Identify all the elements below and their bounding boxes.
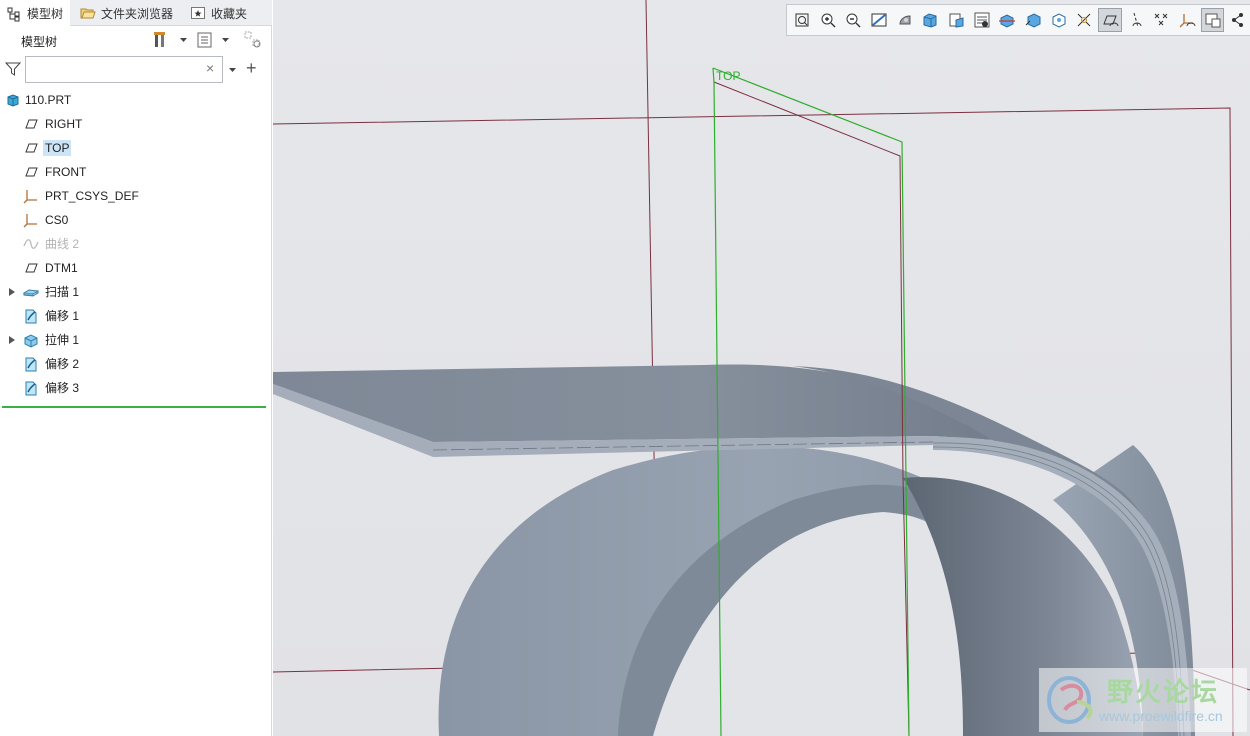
part-icon (5, 92, 21, 108)
model-tree-panel: 模型树 文件夹浏览器 收藏夹 模型树 × + 110.PRT RIGHT TOP… (0, 0, 272, 736)
display-style-icon[interactable] (893, 8, 917, 32)
forum-logo-icon (1047, 676, 1093, 724)
zoom-out-icon[interactable] (841, 8, 865, 32)
chevron-down-icon[interactable] (179, 35, 188, 44)
model-scene[interactable]: TOP (273, 0, 1250, 736)
tree-item[interactable]: 曲线 2 (0, 232, 272, 256)
tree-item-label: CS0 (45, 213, 69, 227)
tree-item-root[interactable]: 110.PRT (0, 88, 272, 112)
tree-item[interactable]: TOP (0, 136, 272, 160)
tree-item[interactable]: PRT_CSYS_DEF (0, 184, 272, 208)
tree-item[interactable]: RIGHT (0, 112, 272, 136)
tree-title: 模型树 (21, 35, 58, 49)
tree-item-label: DTM1 (45, 261, 78, 275)
tree-item-label: 偏移 1 (45, 309, 80, 323)
named-views-icon[interactable] (944, 8, 968, 32)
csys-icon (23, 188, 39, 204)
perspective-icon[interactable] (1021, 8, 1045, 32)
datum-plane-icon (23, 164, 39, 180)
tab-label: 文件夹浏览器 (101, 6, 174, 21)
offset-icon (23, 380, 39, 396)
graphics-viewport[interactable]: TOP 野火论坛 www.proewildfire.cn (273, 0, 1250, 736)
datum-tag[interactable]: TOP (716, 69, 740, 83)
more-tools-icon[interactable] (1226, 8, 1250, 32)
watermark-title: 野火论坛 (1107, 678, 1220, 708)
tab-label: 模型树 (27, 7, 64, 21)
tree-item[interactable]: 偏移 2 (0, 352, 272, 376)
tree-toolbar: 模型树 (0, 27, 272, 54)
point-display-icon[interactable] (1149, 8, 1173, 32)
tag-display-icon[interactable] (1200, 8, 1225, 32)
offset-icon (23, 308, 39, 324)
section-icon[interactable] (995, 8, 1019, 32)
favorites-icon (190, 5, 206, 21)
tab-favorites[interactable]: 收藏夹 (184, 0, 264, 26)
curve-icon (23, 236, 39, 252)
tree-item[interactable]: 拉伸 1 (0, 328, 272, 352)
panel-tabbar: 模型树 文件夹浏览器 收藏夹 (0, 0, 272, 27)
tree-settings-icon[interactable] (150, 30, 172, 50)
tree-item-label: 110.PRT (25, 93, 72, 107)
model-tree-icon (6, 6, 22, 22)
tree-filter-icon[interactable] (242, 30, 264, 50)
tree-item[interactable]: 偏移 1 (0, 304, 272, 328)
show-columns-icon[interactable] (194, 30, 216, 50)
tree-item[interactable]: 偏移 3 (0, 376, 272, 400)
zoom-in-icon[interactable] (816, 8, 840, 32)
saved-orientations-icon[interactable] (918, 8, 942, 32)
tree-item-label: PRT_CSYS_DEF (45, 189, 139, 203)
expand-arrow-icon[interactable] (9, 288, 15, 296)
watermark: 野火论坛 www.proewildfire.cn (1039, 668, 1247, 732)
sweep-icon (23, 284, 39, 300)
annotation-display-icon[interactable] (1072, 8, 1096, 32)
tree-item[interactable]: FRONT (0, 160, 272, 184)
tree-item-label: 拉伸 1 (45, 333, 80, 347)
tree-item-label: 曲线 2 (45, 237, 80, 251)
tree-item-label: 偏移 3 (45, 381, 80, 395)
chevron-down-icon[interactable] (228, 65, 237, 74)
repaint-icon[interactable] (867, 8, 891, 32)
add-icon[interactable]: + (246, 59, 257, 77)
datum-plane-icon (23, 116, 39, 132)
folder-browser-icon (80, 5, 96, 21)
tree-item-label: 偏移 2 (45, 357, 80, 371)
refit-icon[interactable] (790, 8, 814, 32)
tab-folder-browser[interactable]: 文件夹浏览器 (74, 0, 182, 26)
tree-search-input[interactable] (25, 56, 223, 83)
csys-icon (23, 212, 39, 228)
insert-here-indicator[interactable] (2, 406, 266, 408)
csys-display-icon[interactable] (1175, 8, 1199, 32)
tab-label: 收藏夹 (211, 6, 248, 21)
view-manager-icon[interactable] (970, 8, 994, 32)
extrude-icon (23, 332, 39, 348)
datum-plane-icon (23, 140, 39, 156)
tree-item-label: TOP (43, 140, 72, 156)
spin-center-icon[interactable] (1047, 8, 1071, 32)
tree-item[interactable]: DTM1 (0, 256, 272, 280)
watermark-url: www.proewildfire.cn (1099, 708, 1223, 724)
datum-plane-icon (23, 260, 39, 276)
view-toolbar (786, 4, 1250, 36)
chevron-down-icon[interactable] (221, 35, 230, 44)
tab-model-tree[interactable]: 模型树 (0, 0, 70, 27)
axis-display-icon[interactable] (1124, 8, 1148, 32)
close-icon[interactable]: × (206, 61, 214, 75)
filter-icon[interactable] (5, 61, 21, 77)
tree-item-label: 扫描 1 (45, 285, 80, 299)
tree-search-row: × + (0, 55, 272, 83)
tree-item[interactable]: CS0 (0, 208, 272, 232)
tree-item-label: RIGHT (45, 117, 83, 131)
expand-arrow-icon[interactable] (9, 336, 15, 344)
tree-item[interactable]: 扫描 1 (0, 280, 272, 304)
tree-item-label: FRONT (45, 165, 87, 179)
offset-icon (23, 356, 39, 372)
plane-display-icon[interactable] (1098, 8, 1122, 32)
